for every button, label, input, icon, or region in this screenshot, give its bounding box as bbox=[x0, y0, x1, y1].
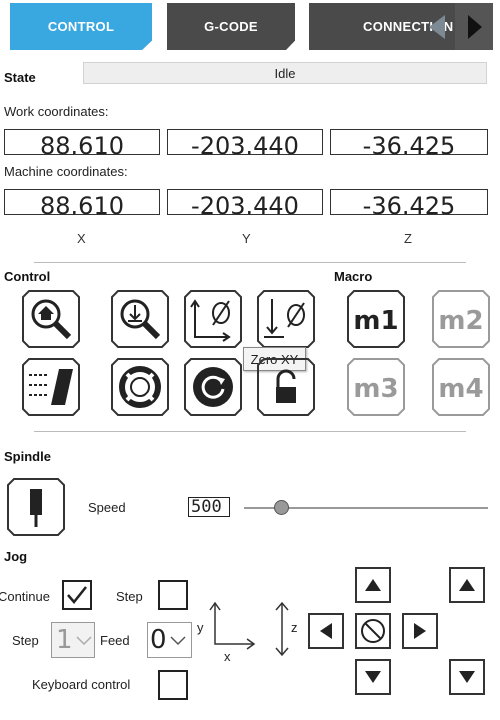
jog-z-plus-button[interactable] bbox=[449, 567, 485, 603]
macro-m4-button[interactable]: m4 bbox=[431, 357, 491, 417]
continue-label: Continue bbox=[0, 589, 50, 604]
svg-text:m1: m1 bbox=[353, 306, 398, 336]
arrow-right-icon bbox=[414, 623, 426, 639]
tab-gcode[interactable]: G-CODE bbox=[167, 3, 295, 50]
feed-select-value: 0 bbox=[150, 625, 167, 655]
run-gcode-button[interactable] bbox=[21, 357, 81, 417]
help-lifebuoy-icon bbox=[111, 358, 169, 416]
zero-z-icon bbox=[257, 290, 315, 348]
probe-icon bbox=[111, 290, 169, 348]
machine-y-field: -203.440 bbox=[167, 189, 323, 215]
step-select[interactable]: 1 bbox=[51, 622, 95, 658]
jog-stop-button[interactable] bbox=[355, 613, 391, 649]
arrow-down-icon bbox=[459, 671, 475, 683]
step-select-value: 1 bbox=[56, 625, 73, 655]
jog-label: Jog bbox=[4, 549, 28, 564]
chevron-down-icon bbox=[76, 636, 92, 646]
jog-z-minus-button[interactable] bbox=[449, 659, 485, 695]
machine-coordinates-label: Machine coordinates: bbox=[4, 164, 128, 179]
tab-gcode-label: G-CODE bbox=[204, 19, 258, 34]
control-label: Control bbox=[4, 269, 51, 284]
jog-x-plus-button[interactable] bbox=[402, 613, 438, 649]
diagram-x-label: x bbox=[224, 649, 231, 664]
arrow-up-icon bbox=[459, 579, 475, 591]
tab-control-label: CONTROL bbox=[47, 19, 115, 34]
svg-text:m3: m3 bbox=[353, 374, 398, 404]
step-mode-label: Step bbox=[116, 589, 143, 604]
macro-m4-icon: m4 bbox=[432, 358, 490, 416]
jog-y-plus-button[interactable] bbox=[355, 567, 391, 603]
machine-x-field: 88.610 bbox=[4, 189, 160, 215]
state-label: State bbox=[4, 70, 36, 85]
step-checkbox[interactable] bbox=[158, 580, 188, 610]
reset-icon bbox=[184, 358, 242, 416]
macro-m3-button[interactable]: m3 bbox=[346, 357, 406, 417]
arrow-down-icon bbox=[365, 671, 381, 683]
divider bbox=[34, 262, 466, 263]
speed-label: Speed bbox=[88, 500, 126, 515]
chevron-down-icon bbox=[170, 636, 186, 646]
svg-text:m2: m2 bbox=[438, 306, 483, 336]
zero-xy-icon bbox=[184, 290, 242, 348]
spindle-toggle-button[interactable] bbox=[6, 477, 66, 537]
axis-x-label: X bbox=[77, 231, 86, 246]
home-search-button[interactable] bbox=[21, 289, 81, 349]
work-x-field: 88.610 bbox=[4, 129, 160, 155]
step-select-label: Step bbox=[12, 633, 39, 648]
home-search-icon bbox=[22, 290, 80, 348]
divider bbox=[34, 431, 466, 432]
run-gcode-icon bbox=[22, 358, 80, 416]
arrow-left-icon bbox=[320, 623, 332, 639]
arrow-right-icon bbox=[468, 14, 482, 39]
axis-z-label: Z bbox=[404, 231, 412, 246]
zero-xy-button[interactable] bbox=[183, 289, 243, 349]
speed-slider-thumb[interactable] bbox=[274, 500, 289, 515]
checkmark-icon bbox=[67, 586, 87, 604]
macro-m2-button[interactable]: m2 bbox=[431, 289, 491, 349]
tab-scroll-left-button[interactable] bbox=[418, 3, 455, 50]
tab-scroll-right-button[interactable] bbox=[455, 3, 493, 50]
diagram-y-label: y bbox=[197, 620, 204, 635]
machine-z-field: -36.425 bbox=[330, 189, 488, 215]
spindle-icon bbox=[7, 478, 65, 536]
keyboard-control-label: Keyboard control bbox=[32, 677, 131, 692]
svg-text:m4: m4 bbox=[438, 374, 483, 404]
macro-label: Macro bbox=[334, 269, 373, 284]
reset-button[interactable] bbox=[183, 357, 243, 417]
jog-y-minus-button[interactable] bbox=[355, 659, 391, 695]
tab-control[interactable]: CONTROL bbox=[10, 3, 152, 50]
macro-m2-icon: m2 bbox=[432, 290, 490, 348]
keyboard-control-checkbox[interactable] bbox=[158, 670, 188, 700]
arrow-up-icon bbox=[365, 579, 381, 591]
spindle-label: Spindle bbox=[4, 449, 51, 464]
state-value: Idle bbox=[83, 62, 487, 84]
macro-m3-icon: m3 bbox=[347, 358, 405, 416]
help-button[interactable] bbox=[110, 357, 170, 417]
probe-button[interactable] bbox=[110, 289, 170, 349]
axis-y-label: Y bbox=[242, 231, 251, 246]
feed-label: Feed bbox=[100, 633, 130, 648]
arrow-left-icon bbox=[428, 14, 445, 39]
work-z-field: -36.425 bbox=[330, 129, 488, 155]
unlock-icon bbox=[257, 358, 315, 416]
diagram-z-label: z bbox=[291, 620, 298, 635]
z-axis-diagram bbox=[275, 601, 289, 657]
continue-checkbox[interactable] bbox=[62, 580, 92, 610]
zero-z-button[interactable] bbox=[256, 289, 316, 349]
feed-select[interactable]: 0 bbox=[147, 622, 192, 658]
macro-m1-icon: m1 bbox=[347, 290, 405, 348]
work-coordinates-label: Work coordinates: bbox=[4, 104, 109, 119]
jog-x-minus-button[interactable] bbox=[308, 613, 344, 649]
stop-icon bbox=[361, 619, 385, 643]
speed-input[interactable]: 500 bbox=[188, 497, 230, 517]
macro-m1-button[interactable]: m1 bbox=[346, 289, 406, 349]
unlock-button[interactable] bbox=[256, 357, 316, 417]
work-y-field: -203.440 bbox=[167, 129, 323, 155]
